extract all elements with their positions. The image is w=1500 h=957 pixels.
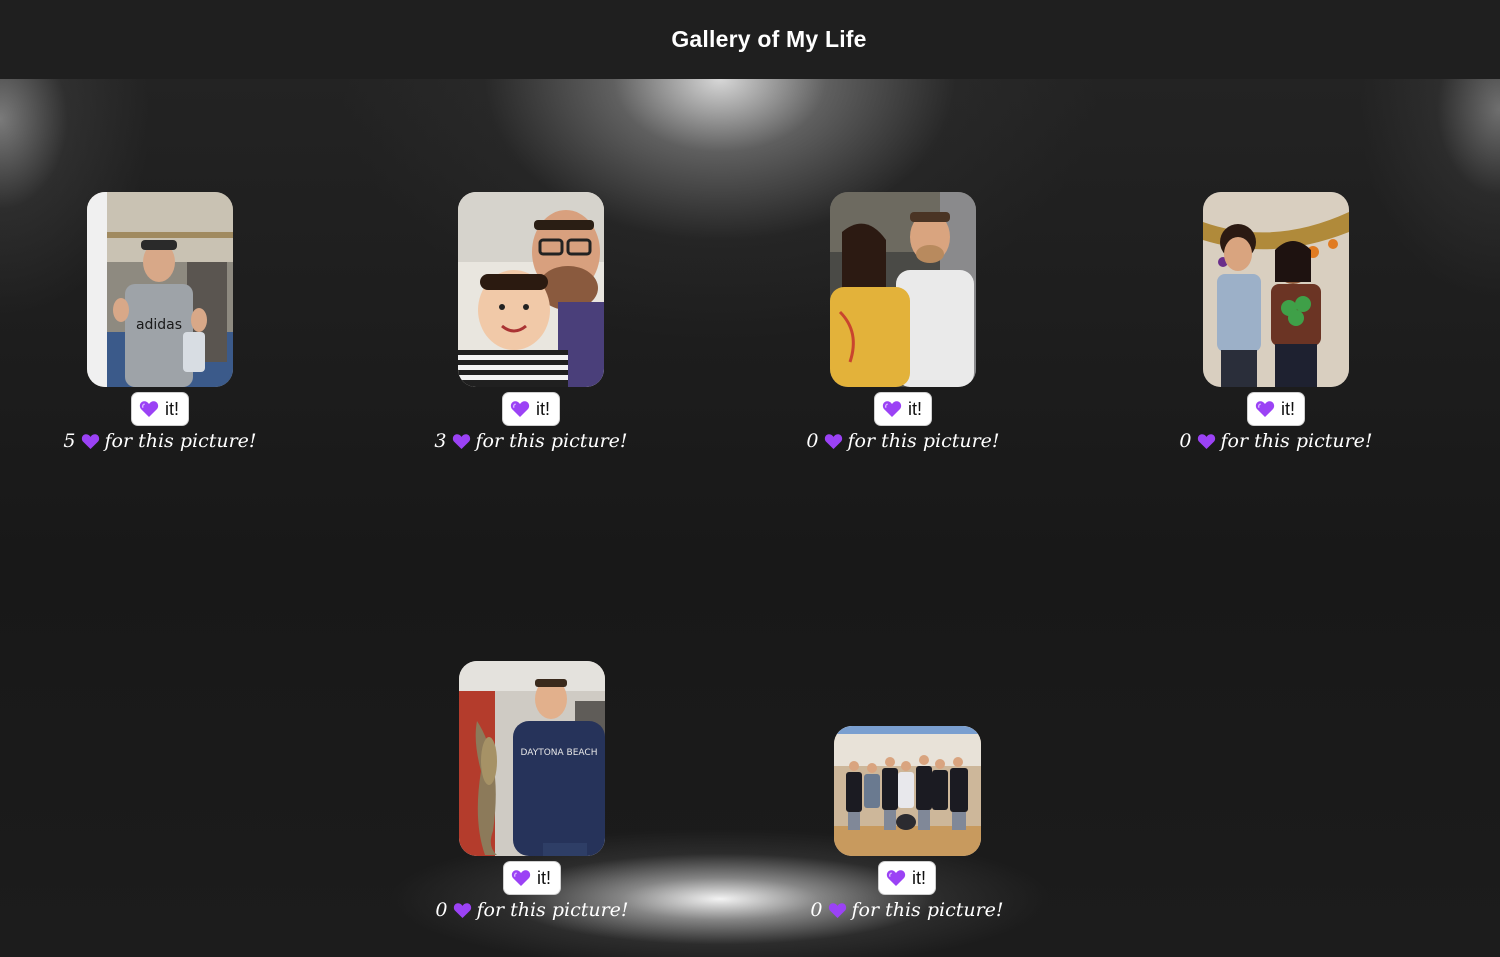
love-count-line: 0 for this picture! bbox=[806, 430, 999, 452]
gallery-card: it! 0 for this picture! bbox=[1156, 192, 1396, 452]
gallery-photo[interactable] bbox=[1203, 192, 1349, 387]
purple-heart-icon bbox=[139, 400, 159, 418]
gallery-card: it! 3 for this picture! bbox=[411, 192, 651, 452]
love-count: 0 bbox=[1179, 430, 1192, 452]
basketball-team-image bbox=[833, 726, 981, 856]
love-button-label: it! bbox=[911, 867, 926, 888]
gallery-card: DAYTONA BEACH it! 0 for this picture! bbox=[412, 661, 652, 921]
love-button[interactable]: it! bbox=[501, 392, 560, 426]
purple-heart-icon bbox=[453, 902, 472, 919]
purple-heart-icon bbox=[511, 869, 531, 887]
man-thumbs-up-image: adidas bbox=[87, 192, 233, 387]
purple-heart-icon bbox=[510, 400, 530, 418]
purple-heart-icon bbox=[824, 433, 843, 450]
love-count: 5 bbox=[63, 430, 76, 452]
love-count-suffix: for this picture! bbox=[847, 430, 1000, 452]
love-count-line: 0 for this picture! bbox=[435, 899, 628, 921]
purple-heart-icon bbox=[886, 869, 906, 887]
gallery-photo[interactable]: DAYTONA BEACH bbox=[459, 661, 605, 856]
gallery-card: adidas it! 5 for this picture! bbox=[40, 192, 280, 452]
svg-text:adidas: adidas bbox=[136, 317, 182, 333]
page-title: Gallery of My Life bbox=[671, 26, 867, 52]
love-count: 0 bbox=[810, 899, 823, 921]
purple-heart-icon bbox=[1197, 433, 1216, 450]
love-button[interactable]: it! bbox=[877, 861, 936, 895]
love-button-label: it! bbox=[536, 867, 551, 888]
love-button[interactable]: it! bbox=[502, 861, 561, 895]
love-count-suffix: for this picture! bbox=[476, 899, 629, 921]
love-count-suffix: for this picture! bbox=[475, 430, 628, 452]
love-count-line: 5 for this picture! bbox=[63, 430, 256, 452]
gallery-card: it! 0 for this picture! bbox=[783, 192, 1023, 452]
gallery-photo[interactable] bbox=[830, 192, 976, 387]
man-with-toddler-image bbox=[458, 192, 604, 387]
love-count-suffix: for this picture! bbox=[851, 899, 1004, 921]
purple-heart-icon bbox=[828, 902, 847, 919]
love-button[interactable]: it! bbox=[130, 392, 189, 426]
purple-heart-icon bbox=[1255, 400, 1275, 418]
love-count-line: 0 for this picture! bbox=[810, 899, 1003, 921]
love-button[interactable]: it! bbox=[873, 392, 932, 426]
love-button-label: it! bbox=[1280, 398, 1295, 419]
gallery-stage: adidas it! 5 for this picture! it! 3 for… bbox=[0, 79, 1500, 957]
purple-heart-icon bbox=[452, 433, 471, 450]
purple-heart-icon bbox=[882, 400, 902, 418]
man-holding-fish-image: DAYTONA BEACH bbox=[459, 661, 605, 856]
svg-text:DAYTONA BEACH: DAYTONA BEACH bbox=[521, 748, 598, 758]
gallery-photo[interactable] bbox=[833, 726, 981, 856]
love-count-suffix: for this picture! bbox=[1220, 430, 1373, 452]
love-button[interactable]: it! bbox=[1246, 392, 1305, 426]
love-button-label: it! bbox=[164, 398, 179, 419]
gallery-photo[interactable]: adidas bbox=[87, 192, 233, 387]
couple-laughing-image bbox=[830, 192, 976, 387]
page-header: Gallery of My Life bbox=[0, 0, 1500, 79]
love-count-line: 0 for this picture! bbox=[1179, 430, 1372, 452]
purple-heart-icon bbox=[81, 433, 100, 450]
love-count: 0 bbox=[435, 899, 448, 921]
gallery-photo[interactable] bbox=[458, 192, 604, 387]
couple-halloween-image bbox=[1203, 192, 1349, 387]
love-button-label: it! bbox=[907, 398, 922, 419]
love-button-label: it! bbox=[535, 398, 550, 419]
love-count: 0 bbox=[806, 430, 819, 452]
love-count-suffix: for this picture! bbox=[104, 430, 257, 452]
love-count: 3 bbox=[434, 430, 447, 452]
gallery-card: it! 0 for this picture! bbox=[787, 726, 1027, 921]
love-count-line: 3 for this picture! bbox=[434, 430, 627, 452]
